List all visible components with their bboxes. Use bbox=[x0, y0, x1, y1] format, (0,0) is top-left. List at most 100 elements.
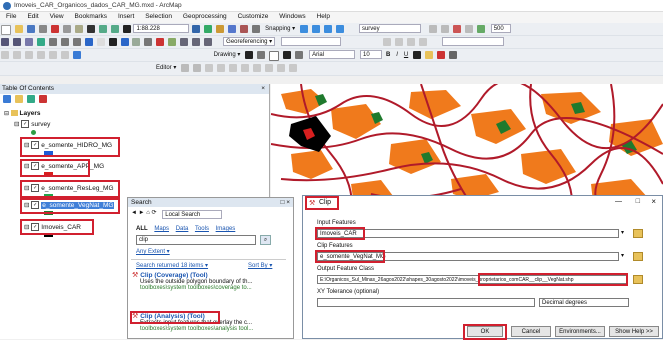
list-by-source-icon[interactable] bbox=[14, 95, 23, 103]
hyperlink-icon[interactable] bbox=[132, 38, 141, 46]
rotate-icon[interactable] bbox=[257, 51, 266, 59]
layer-icon[interactable] bbox=[72, 51, 81, 59]
delete-icon[interactable] bbox=[86, 25, 95, 33]
trace-icon[interactable] bbox=[229, 64, 238, 72]
fill-color-icon[interactable] bbox=[425, 51, 434, 59]
end-point-icon[interactable] bbox=[217, 64, 226, 72]
graph-icon[interactable] bbox=[60, 51, 69, 59]
browse-folder-icon[interactable] bbox=[633, 229, 643, 238]
python-icon[interactable] bbox=[252, 25, 261, 33]
drawing-menu[interactable]: Drawing ▾ bbox=[214, 49, 241, 62]
save-icon[interactable] bbox=[26, 25, 35, 33]
grid-icon[interactable] bbox=[24, 51, 33, 59]
georef-tool-icon-d[interactable] bbox=[418, 38, 427, 46]
list-by-visibility-icon[interactable] bbox=[26, 95, 35, 103]
georef-tool-icon-c[interactable] bbox=[406, 38, 415, 46]
font-color-icon[interactable] bbox=[413, 51, 422, 59]
sketch-props-icon[interactable] bbox=[288, 64, 297, 72]
find-icon[interactable] bbox=[168, 38, 177, 46]
menu-file[interactable]: File bbox=[6, 13, 16, 20]
search-input[interactable]: clip bbox=[136, 235, 256, 245]
search-window-icon[interactable] bbox=[228, 25, 237, 33]
georef-tool-icon-a[interactable] bbox=[383, 38, 392, 46]
tool-icon-c[interactable] bbox=[452, 25, 461, 33]
back-icon[interactable]: ◄ bbox=[131, 210, 137, 216]
menu-insert[interactable]: Insert bbox=[118, 13, 134, 20]
snap-vertex-icon[interactable] bbox=[324, 25, 333, 33]
search-result[interactable]: ⚒ Clip (Coverage) (Tool) Uses the outsid… bbox=[132, 271, 290, 291]
zoom-out-icon[interactable] bbox=[12, 38, 21, 46]
snap-edge-icon[interactable] bbox=[336, 25, 345, 33]
snap-end-icon[interactable] bbox=[312, 25, 321, 33]
layer-checkbox[interactable]: ✓ bbox=[21, 120, 30, 129]
time-slider-icon[interactable] bbox=[204, 38, 213, 46]
zoom-value[interactable]: 500 bbox=[490, 24, 511, 33]
arctoolbox-icon[interactable] bbox=[240, 25, 249, 33]
tool-icon-d[interactable] bbox=[464, 25, 473, 33]
cut-polygon-icon[interactable] bbox=[264, 64, 273, 72]
tab-all[interactable]: ALL bbox=[136, 226, 148, 232]
tab-tools[interactable]: Tools bbox=[195, 226, 209, 232]
chevron-down-icon[interactable]: ▾ bbox=[621, 229, 624, 236]
menu-windows[interactable]: Windows bbox=[279, 13, 305, 20]
rectangle-icon[interactable] bbox=[269, 51, 280, 61]
any-extent-link[interactable]: Any Extent ▾ bbox=[136, 248, 170, 255]
browse-folder-icon[interactable] bbox=[633, 252, 643, 261]
straight-segment-icon[interactable] bbox=[205, 64, 214, 72]
print-icon[interactable] bbox=[38, 25, 47, 33]
tool-icon-e[interactable] bbox=[476, 25, 485, 33]
close-icon[interactable]: × bbox=[261, 84, 265, 94]
snapping-label[interactable]: Snapping ▾ bbox=[265, 23, 295, 36]
copy-icon[interactable] bbox=[62, 25, 71, 33]
new-icon[interactable] bbox=[1, 25, 11, 35]
menu-edit[interactable]: Edit bbox=[27, 13, 38, 20]
tool-icon-a[interactable] bbox=[428, 25, 437, 33]
catalog-icon[interactable] bbox=[216, 25, 225, 33]
table-icon[interactable] bbox=[1, 51, 9, 59]
select-features-icon[interactable] bbox=[84, 38, 93, 46]
show-help-button[interactable]: Show Help >> bbox=[609, 326, 659, 337]
fixed-zoom-icon[interactable] bbox=[48, 38, 57, 46]
list-by-drawing-order-icon[interactable] bbox=[3, 95, 11, 103]
bold-button[interactable]: B bbox=[386, 49, 390, 62]
html-popup-icon[interactable] bbox=[144, 38, 153, 46]
layers-group[interactable]: ⊟ Layers bbox=[4, 110, 40, 117]
underline-button[interactable]: U bbox=[404, 49, 408, 62]
identify-icon[interactable] bbox=[120, 38, 129, 46]
tab-data[interactable]: Data bbox=[176, 226, 189, 232]
undo-icon[interactable] bbox=[98, 25, 107, 33]
attributes-icon[interactable] bbox=[276, 64, 285, 72]
scale-dropdown[interactable]: 1:88.228 bbox=[133, 24, 190, 33]
measure-icon[interactable] bbox=[156, 38, 165, 46]
close-icon[interactable]: □ × bbox=[280, 198, 290, 207]
split-icon[interactable] bbox=[241, 64, 250, 72]
georef-tool-icon-b[interactable] bbox=[395, 38, 404, 46]
chevron-down-icon[interactable]: ▾ bbox=[621, 252, 624, 259]
home-icon[interactable]: ⌂ bbox=[146, 210, 150, 216]
open-icon[interactable] bbox=[14, 25, 23, 33]
menu-help[interactable]: Help bbox=[317, 13, 330, 20]
tab-images[interactable]: Images bbox=[216, 226, 236, 232]
font-size-select[interactable]: 10 bbox=[360, 50, 383, 59]
results-count[interactable]: Search returned 18 items ▾ bbox=[136, 262, 208, 269]
editor-toolbar-icon[interactable] bbox=[192, 25, 201, 33]
menu-selection[interactable]: Selection bbox=[145, 13, 172, 20]
refresh-icon[interactable]: ⟳ bbox=[152, 210, 157, 216]
edit-tool-icon[interactable] bbox=[181, 64, 190, 72]
line-color-icon[interactable] bbox=[437, 51, 446, 59]
close-icon[interactable]: × bbox=[651, 197, 656, 206]
font-select[interactable]: Arial bbox=[309, 50, 356, 59]
cut-icon[interactable] bbox=[50, 25, 59, 33]
reshape-icon[interactable] bbox=[253, 64, 262, 72]
tool-icon-b[interactable] bbox=[440, 25, 449, 33]
menu-customize[interactable]: Customize bbox=[238, 13, 269, 20]
list-by-selection-icon[interactable] bbox=[38, 95, 47, 103]
full-extent-icon[interactable] bbox=[36, 38, 45, 46]
menu-bookmarks[interactable]: Bookmarks bbox=[75, 13, 108, 20]
toc-icon[interactable] bbox=[204, 25, 213, 33]
layer-select[interactable]: survey bbox=[358, 24, 421, 33]
callout-icon[interactable] bbox=[295, 51, 304, 59]
editor-menu[interactable]: Editor ▾ bbox=[156, 62, 176, 75]
paste-icon[interactable] bbox=[74, 25, 83, 33]
marker-color-icon[interactable] bbox=[449, 51, 458, 59]
